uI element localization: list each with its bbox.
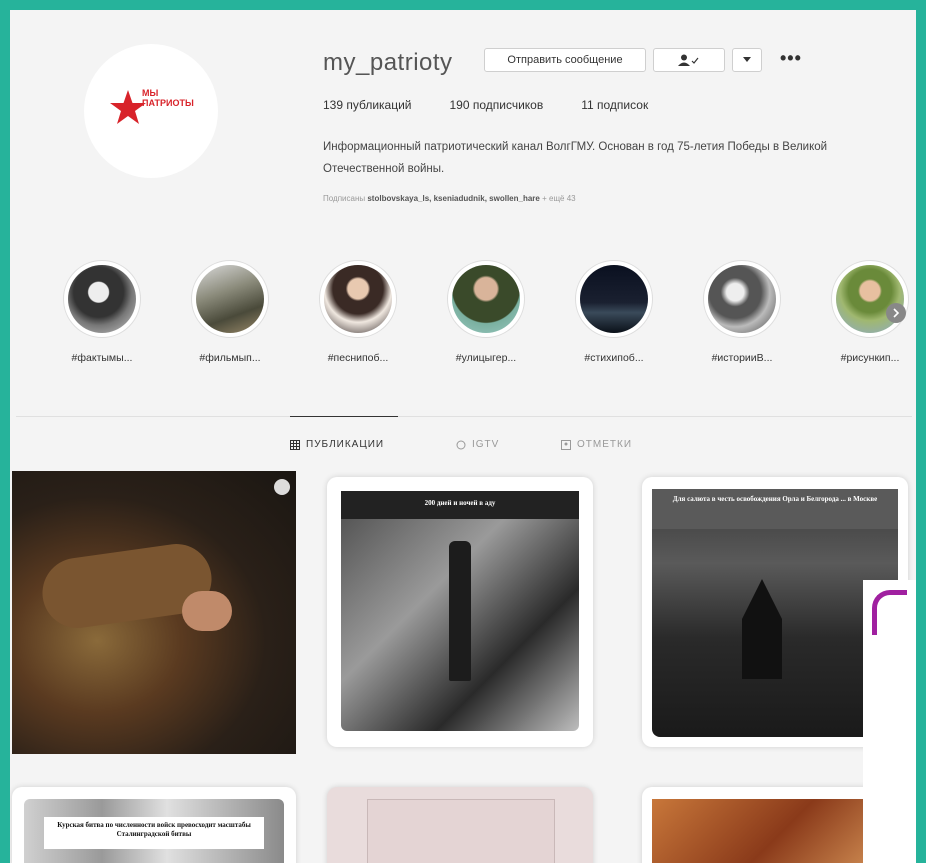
- post-caption: 200 дней и ночей в аду: [424, 499, 496, 507]
- person-check-icon: [678, 54, 699, 66]
- suggestions-dropdown-button[interactable]: [732, 48, 762, 72]
- kremlin-tower-silhouette: [742, 579, 782, 679]
- tab-tagged[interactable]: ОТМЕТКИ: [561, 439, 632, 450]
- post-image: [367, 799, 555, 863]
- profile-avatar[interactable]: МЫ ПАТРИОТЫ: [84, 44, 218, 178]
- more-options-button[interactable]: •••: [780, 48, 802, 69]
- highlight-label: #фактымы...: [71, 352, 133, 364]
- post-image: Для салюта в честь освобождения Орла и Б…: [652, 489, 898, 737]
- story-highlights: #фактымы... #фильмып... #песнипоб... #ул…: [52, 260, 912, 380]
- highlight-label: #историиВ...: [711, 352, 773, 364]
- hand-shape: [182, 591, 232, 631]
- highlight-label: #фильмып...: [199, 352, 261, 364]
- grid-icon: [290, 439, 300, 450]
- active-tab-indicator: [290, 416, 398, 417]
- profile-stats: 139 публикаций 190 подписчиков 11 подпис…: [323, 98, 648, 112]
- highlight-label: #улицыгер...: [455, 352, 517, 364]
- followed-by[interactable]: Подписаны stolbovskaya_ls, kseniadudnik,…: [323, 194, 576, 203]
- post-tile[interactable]: [327, 787, 593, 863]
- highlight-item[interactable]: #улицыгер...: [436, 260, 536, 364]
- highlight-label: #песнипоб...: [327, 352, 389, 364]
- tab-igtv[interactable]: IGTV: [456, 439, 499, 450]
- message-button[interactable]: Отправить сообщение: [484, 48, 646, 72]
- posts-count[interactable]: 139 публикаций: [323, 98, 412, 112]
- post-image: [652, 799, 898, 863]
- highlight-thumbnail: [452, 265, 520, 333]
- tab-tagged-label: ОТМЕТКИ: [577, 439, 633, 450]
- highlight-label: #рисункип...: [840, 352, 900, 364]
- post-tile[interactable]: Курская битва по численности войск прево…: [12, 787, 296, 863]
- post-tile[interactable]: [12, 471, 296, 754]
- igtv-icon: [456, 440, 466, 449]
- post-caption: Для салюта в честь освобождения Орла и Б…: [672, 495, 878, 503]
- tag-icon: [561, 439, 571, 450]
- chevron-right-icon: [893, 308, 900, 318]
- followers-count[interactable]: 190 подписчиков: [450, 98, 544, 112]
- highlight-thumbnail: [324, 265, 392, 333]
- highlight-item[interactable]: #стихипоб...: [564, 260, 664, 364]
- highlight-thumbnail: [708, 265, 776, 333]
- highlight-thumbnail: [68, 265, 136, 333]
- profile-page: МЫ ПАТРИОТЫ my_patrioty Отправить сообще…: [10, 10, 916, 863]
- profile-username: my_patrioty: [323, 49, 453, 76]
- tabs-divider: [16, 416, 912, 417]
- post-tile[interactable]: 200 дней и ночей в аду: [327, 477, 593, 747]
- highlight-item[interactable]: #историиВ...: [692, 260, 792, 364]
- followed-by-names[interactable]: stolbovskaya_ls, kseniadudnik, swollen_h…: [367, 194, 540, 203]
- chevron-down-icon: [743, 57, 751, 62]
- highlight-item[interactable]: #фильмып...: [180, 260, 280, 364]
- post-image: Курская битва по численности войск прево…: [24, 799, 284, 863]
- monument-silhouette: [449, 541, 471, 681]
- logo-text: МЫ ПАТРИОТЫ: [142, 88, 194, 108]
- highlight-item[interactable]: #фактымы...: [52, 260, 152, 364]
- tab-posts[interactable]: ПУБЛИКАЦИИ: [290, 439, 384, 450]
- highlights-next-button[interactable]: [886, 303, 906, 323]
- followed-by-suffix[interactable]: + ещё 43: [542, 194, 576, 203]
- followed-by-prefix: Подписаны: [323, 194, 366, 203]
- video-indicator-icon: [274, 479, 290, 495]
- highlight-thumbnail: [580, 265, 648, 333]
- following-count[interactable]: 11 подписок: [581, 98, 648, 112]
- following-button[interactable]: [653, 48, 725, 72]
- highlight-item[interactable]: #песнипоб...: [308, 260, 408, 364]
- post-caption: Курская битва по численности войск прево…: [57, 821, 251, 838]
- profile-bio: Информационный патриотический канал Волг…: [323, 141, 828, 175]
- tab-posts-label: ПУБЛИКАЦИИ: [306, 439, 385, 450]
- corner-bracket-icon: [872, 590, 907, 635]
- post-image: 200 дней и ночей в аду: [341, 491, 579, 731]
- tab-igtv-label: IGTV: [472, 439, 500, 450]
- highlight-label: #стихипоб...: [584, 352, 644, 364]
- highlight-thumbnail: [196, 265, 264, 333]
